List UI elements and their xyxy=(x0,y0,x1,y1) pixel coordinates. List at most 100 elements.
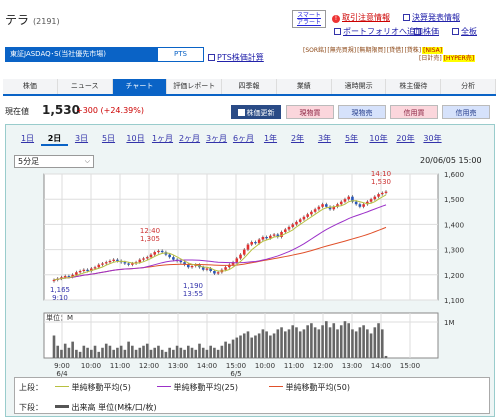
candle-body xyxy=(75,272,78,275)
candle-body xyxy=(160,250,164,253)
volume-bar xyxy=(276,329,280,358)
volume-bar xyxy=(339,325,343,358)
volume-bar xyxy=(97,351,101,358)
candle-body xyxy=(142,258,145,260)
y-tick-label: 1,500 xyxy=(444,196,464,204)
volume-bar xyxy=(78,351,82,358)
candle-body xyxy=(101,263,104,265)
candle-body xyxy=(287,226,291,230)
volume-bar xyxy=(283,331,287,358)
candle-body xyxy=(153,252,157,255)
volume-bar xyxy=(269,335,272,358)
volume-bar xyxy=(71,341,74,358)
volume-bar xyxy=(380,329,384,358)
volume-bar xyxy=(198,343,201,358)
volume-bar xyxy=(261,329,265,358)
x-tick-label: 9:00 xyxy=(54,362,70,370)
candle-body xyxy=(82,269,86,272)
volume-bar xyxy=(160,349,164,358)
x-tick-label: 13:00 xyxy=(168,362,188,370)
volume-bar xyxy=(134,349,138,358)
volume-bar xyxy=(310,323,313,358)
volume-bar xyxy=(56,345,60,358)
volume-bar xyxy=(250,337,254,358)
candle-body xyxy=(224,267,227,270)
candle-body xyxy=(63,276,67,278)
volume-bar xyxy=(351,329,354,358)
volume-bar xyxy=(384,355,388,358)
ma5-swatch xyxy=(55,386,69,387)
volume-bar xyxy=(295,327,298,358)
candle-body xyxy=(216,272,220,274)
ma25-swatch xyxy=(157,386,171,387)
volume-bar xyxy=(235,337,239,358)
volume-bar xyxy=(52,335,56,358)
y-tick-label: 1,100 xyxy=(444,297,464,305)
candle-body xyxy=(168,254,171,258)
candle-body xyxy=(172,257,175,260)
volume-bar xyxy=(362,325,365,358)
volume-bar xyxy=(265,331,268,358)
volume-bar xyxy=(93,345,97,358)
volume-bar xyxy=(82,345,86,358)
candle-body xyxy=(127,263,130,265)
x-tick-label: 14:00 xyxy=(197,362,217,370)
candle-body xyxy=(201,267,205,270)
volume-bar xyxy=(228,343,231,358)
candle-body xyxy=(380,192,384,195)
candle-body xyxy=(213,271,216,274)
candle-body xyxy=(384,191,388,193)
price-annotation-label: 1,165 xyxy=(50,286,70,294)
price-annotation-label: 1,305 xyxy=(140,235,160,243)
y-tick-label: 1,400 xyxy=(444,221,464,229)
candle-body xyxy=(108,260,112,263)
candle-body xyxy=(104,262,108,264)
candle-body xyxy=(295,221,298,225)
volume-bar xyxy=(231,339,235,358)
volume-bar xyxy=(205,349,209,358)
candle-body xyxy=(149,254,153,258)
volume-bar xyxy=(302,329,306,358)
price-plot-area xyxy=(43,173,439,301)
volume-bar xyxy=(108,345,112,358)
candle-body xyxy=(343,199,347,202)
candle-body xyxy=(291,224,295,227)
candle-body xyxy=(254,242,257,244)
candle-body xyxy=(325,204,328,207)
candle-body xyxy=(157,250,160,253)
volume-bar xyxy=(325,321,328,358)
volume-bar xyxy=(291,325,295,358)
volume-bar xyxy=(101,347,104,358)
volume-bar xyxy=(142,345,145,358)
volume-bar xyxy=(119,345,123,358)
volume-bar xyxy=(86,347,89,358)
x-tick-label: 10:00 xyxy=(81,362,101,370)
volume-bar xyxy=(60,349,63,358)
volume-bar xyxy=(201,347,205,358)
volume-bar xyxy=(347,323,350,358)
volume-bar xyxy=(366,329,369,358)
candle-body xyxy=(186,264,190,268)
y-tick-label: 1,300 xyxy=(444,247,464,255)
candle-body xyxy=(116,259,119,261)
candle-body xyxy=(235,258,239,263)
volume-bar xyxy=(377,323,380,358)
volume-bar xyxy=(194,349,198,358)
candle-body xyxy=(369,199,373,202)
volume-bar xyxy=(280,327,283,358)
volume-bar xyxy=(317,329,321,358)
volume-bar xyxy=(179,347,183,358)
ma50-swatch xyxy=(269,386,283,387)
candle-body xyxy=(123,262,127,264)
price-chart: 1,600 1,500 1,400 1,300 1,200 1,100 1,1659:10 1… xyxy=(43,170,464,378)
x-tick-label: 15:00 xyxy=(400,362,420,370)
volume-bar xyxy=(332,323,336,358)
volume-bar xyxy=(138,347,142,358)
price-annotation-label: 13:55 xyxy=(183,290,203,298)
volume-bar xyxy=(190,347,194,358)
candle-body xyxy=(93,267,97,269)
candle-body xyxy=(317,206,321,210)
chart-legend: 上段： 単純移動平均(5) 単純移動平均(25) 単純移動平均(50) 下段： … xyxy=(14,377,490,414)
candle-body xyxy=(138,259,142,263)
volume-bar xyxy=(209,345,212,358)
